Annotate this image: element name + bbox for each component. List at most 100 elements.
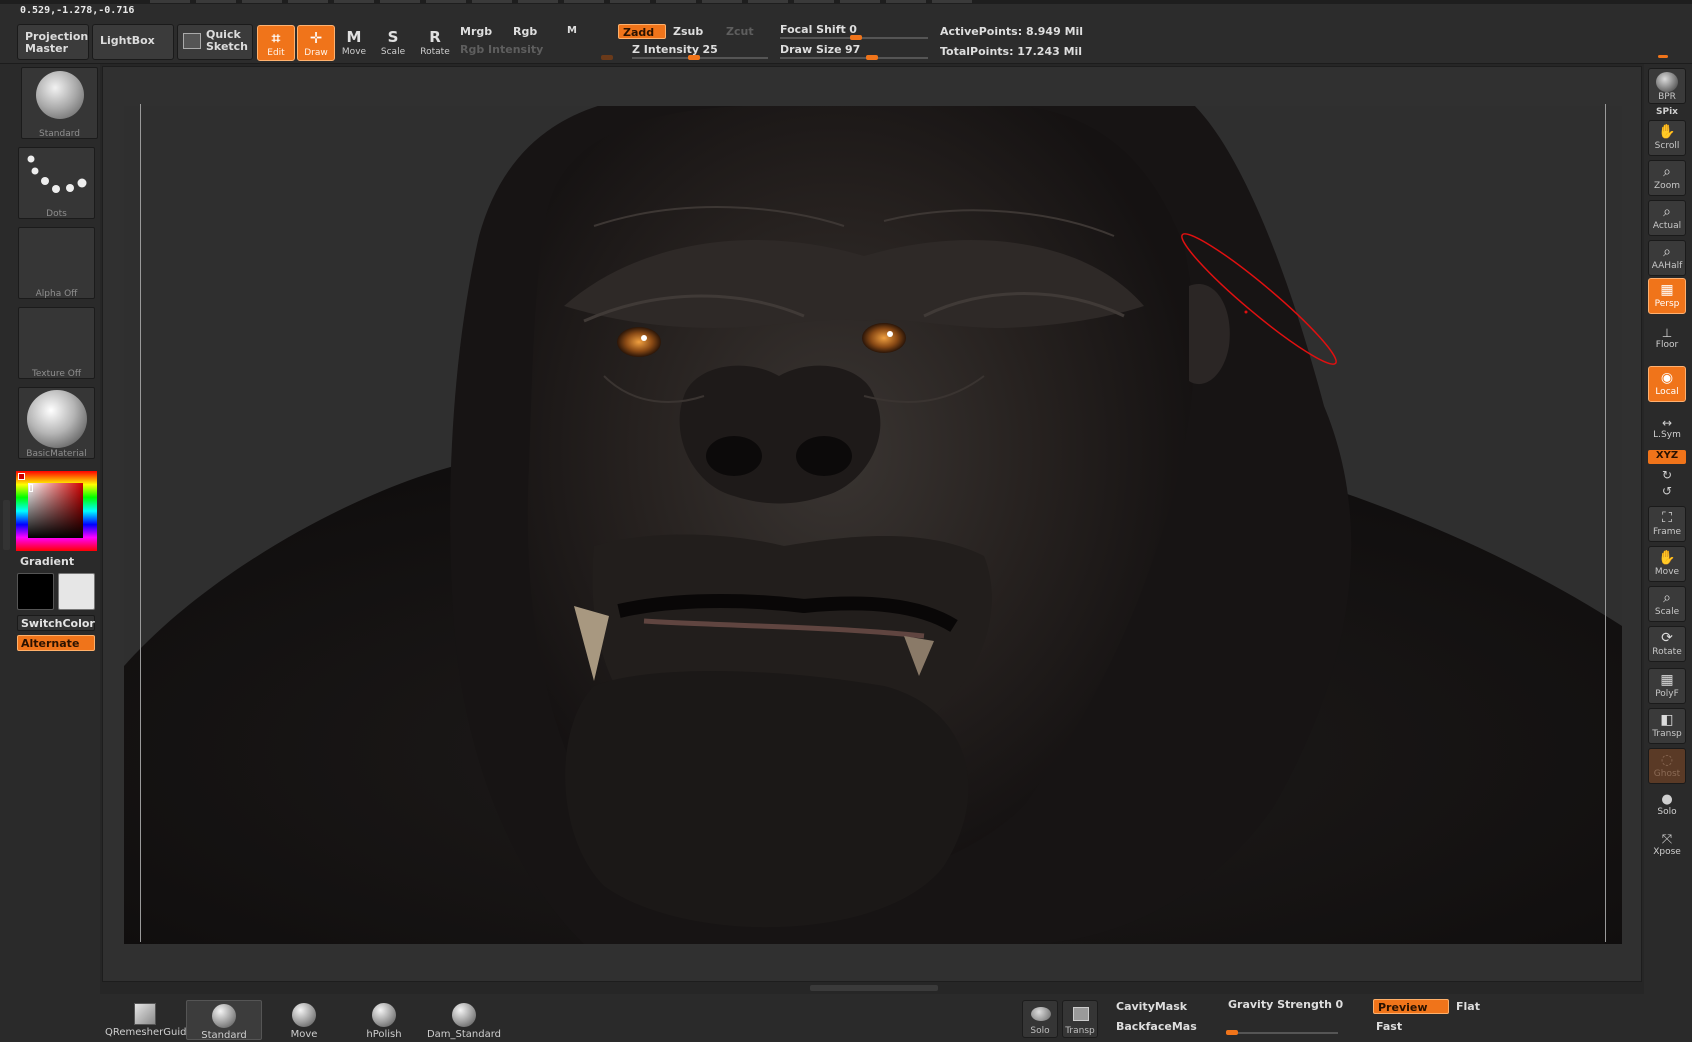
fast-button[interactable]: Fast [1376, 1020, 1402, 1033]
bpr-button[interactable]: BPR [1648, 68, 1686, 104]
brush-dam-standard-label: Dam_Standard [426, 1029, 502, 1040]
scale-magnifier-icon: ⌕ [1663, 590, 1671, 606]
brush-dam-standard[interactable]: Dam_Standard [424, 1000, 504, 1040]
viewport[interactable] [124, 106, 1622, 944]
draw-size-knob[interactable] [866, 55, 878, 60]
gravity-strength-label: Gravity Strength [1228, 998, 1332, 1011]
brush-standard[interactable]: Standard [186, 1000, 262, 1041]
backface-mask-button[interactable]: BackfaceMas [1116, 1020, 1197, 1033]
xyz-button[interactable]: XYZ [1648, 450, 1686, 464]
focal-shift-knob[interactable] [850, 35, 862, 40]
rotate-axis-z-icon[interactable]: ↺ [1648, 484, 1686, 498]
model-render[interactable] [124, 106, 1622, 944]
alternate-button[interactable]: Alternate [17, 635, 95, 651]
gravity-strength-knob[interactable] [1226, 1030, 1238, 1035]
local-button[interactable]: ◉ Local [1648, 366, 1686, 402]
scale-view-button[interactable]: ⌕ Scale [1648, 586, 1686, 622]
left-tray-handle[interactable] [3, 500, 10, 550]
draw-size-track[interactable] [780, 57, 928, 59]
solo-view-button[interactable]: ● Solo [1648, 792, 1686, 817]
cavity-mask-button[interactable]: CavityMask [1116, 1000, 1187, 1013]
lsym-button[interactable]: ↔ L.Sym [1648, 416, 1686, 440]
xpose-arrows-icon: ⤧ [1661, 832, 1673, 847]
bpr-label: BPR [1658, 92, 1676, 102]
brush-qremesherguide-label: QRemesherGuide [105, 1027, 193, 1038]
brush-qremesherguide[interactable]: QRemesherGuide [105, 1000, 193, 1040]
rgb-intensity-knob[interactable] [601, 55, 613, 60]
qremesher-cube-icon [134, 1003, 156, 1025]
scroll-button[interactable]: ✋ Scroll [1648, 120, 1686, 156]
solo-spheres-icon: ● [1661, 792, 1673, 807]
color-picker-square[interactable] [28, 483, 83, 538]
tray-toggle-handle[interactable] [810, 985, 938, 991]
texture-selector[interactable]: Texture Off [18, 307, 95, 379]
rotate-tool-button[interactable]: R Rotate [416, 25, 454, 61]
main-color-swatch[interactable] [17, 573, 54, 610]
lsym-arrows-icon: ↔ [1661, 416, 1673, 430]
stroke-selector[interactable]: Dots [18, 147, 95, 219]
move-view-label: Move [1654, 567, 1680, 577]
spix-slider[interactable]: SPix [1648, 107, 1686, 117]
rotate-axis-y-icon[interactable]: ↻ [1648, 468, 1686, 482]
rotate-view-button[interactable]: ⟳ Rotate [1648, 626, 1686, 662]
m-button[interactable]: M [567, 25, 577, 36]
color-picker[interactable] [16, 471, 97, 551]
draw-icon: ✛ [309, 29, 323, 47]
rgb-intensity-slider[interactable]: Rgb Intensity [460, 43, 543, 56]
ghost-button[interactable]: ◌ Ghost [1648, 748, 1686, 784]
edit-button[interactable]: ⌗ Edit [257, 25, 295, 61]
z-intensity-track[interactable] [632, 57, 768, 59]
polyf-button[interactable]: ▦ PolyF [1648, 668, 1686, 704]
total-points-readout: TotalPoints: 17.243 Mil [940, 45, 1083, 58]
rotate-view-label: Rotate [1652, 647, 1682, 657]
transp-bottom-button[interactable]: Transp [1062, 1000, 1098, 1038]
gravity-strength-slider[interactable]: Gravity Strength 0 [1228, 998, 1343, 1011]
frame-button[interactable]: ⛶ Frame [1648, 506, 1686, 542]
draw-size-slider[interactable]: Draw Size 97 [780, 43, 860, 56]
hand-icon: ✋ [1658, 124, 1676, 140]
z-intensity-knob[interactable] [688, 55, 700, 60]
zadd-button[interactable]: Zadd [618, 24, 666, 39]
gravity-strength-track[interactable] [1226, 1032, 1338, 1034]
draw-size-label: Draw Size [780, 43, 842, 56]
aahalf-button[interactable]: ⌕ AAHalf [1648, 240, 1686, 276]
z-intensity-slider[interactable]: Z Intensity 25 [632, 43, 718, 56]
floor-button[interactable]: ⊥ Floor [1648, 326, 1686, 350]
rgb-button[interactable]: Rgb [513, 25, 537, 38]
solo-button[interactable]: Solo [1022, 1000, 1058, 1038]
focal-shift-slider[interactable]: Focal Shift 0 [780, 23, 857, 36]
brush-hpolish[interactable]: hPolish [346, 1000, 422, 1040]
lsym-label: L.Sym [1653, 430, 1681, 440]
brush-move[interactable]: Move [266, 1000, 342, 1040]
preview-button[interactable]: Preview [1373, 999, 1449, 1014]
mrgb-button[interactable]: Mrgb [460, 25, 492, 38]
xpose-button[interactable]: ⤧ Xpose [1648, 832, 1686, 857]
quick-sketch-button[interactable]: Quick Sketch [177, 24, 253, 60]
alpha-selector[interactable]: Alpha Off [18, 227, 95, 299]
gradient-toggle[interactable]: Gradient [20, 555, 74, 568]
frame-guide-left [140, 104, 141, 942]
polyframe-grid-icon: ▦ [1660, 672, 1674, 688]
focal-shift-label: Focal Shift [780, 23, 846, 36]
draw-button[interactable]: ✛ Draw [297, 25, 335, 61]
zsub-button[interactable]: Zsub [673, 25, 703, 38]
lightbox-button[interactable]: LightBox [92, 24, 174, 60]
flat-button[interactable]: Flat [1456, 1000, 1480, 1013]
persp-button[interactable]: ▦ Persp [1648, 278, 1686, 314]
actual-button[interactable]: ⌕ Actual [1648, 200, 1686, 236]
xpose-label: Xpose [1653, 847, 1681, 857]
move-brush-ball-icon [292, 1003, 316, 1027]
brush-selector[interactable]: Standard [21, 67, 98, 139]
spix-knob[interactable] [1658, 55, 1668, 58]
scale-tool-button[interactable]: S Scale [374, 25, 412, 61]
move-tool-button[interactable]: M Move [335, 25, 373, 61]
projection-master-button[interactable]: Projection Master [17, 24, 89, 60]
move-view-button[interactable]: ✋ Move [1648, 546, 1686, 582]
zoom-button[interactable]: ⌕ Zoom [1648, 160, 1686, 196]
transp-button[interactable]: ◧ Transp [1648, 708, 1686, 744]
transp-label: Transp [1652, 729, 1682, 739]
material-selector[interactable]: BasicMaterial [18, 387, 95, 459]
switch-color-button[interactable]: SwitchColor [17, 615, 95, 631]
zcut-button[interactable]: Zcut [726, 25, 754, 38]
secondary-color-swatch[interactable] [58, 573, 95, 610]
